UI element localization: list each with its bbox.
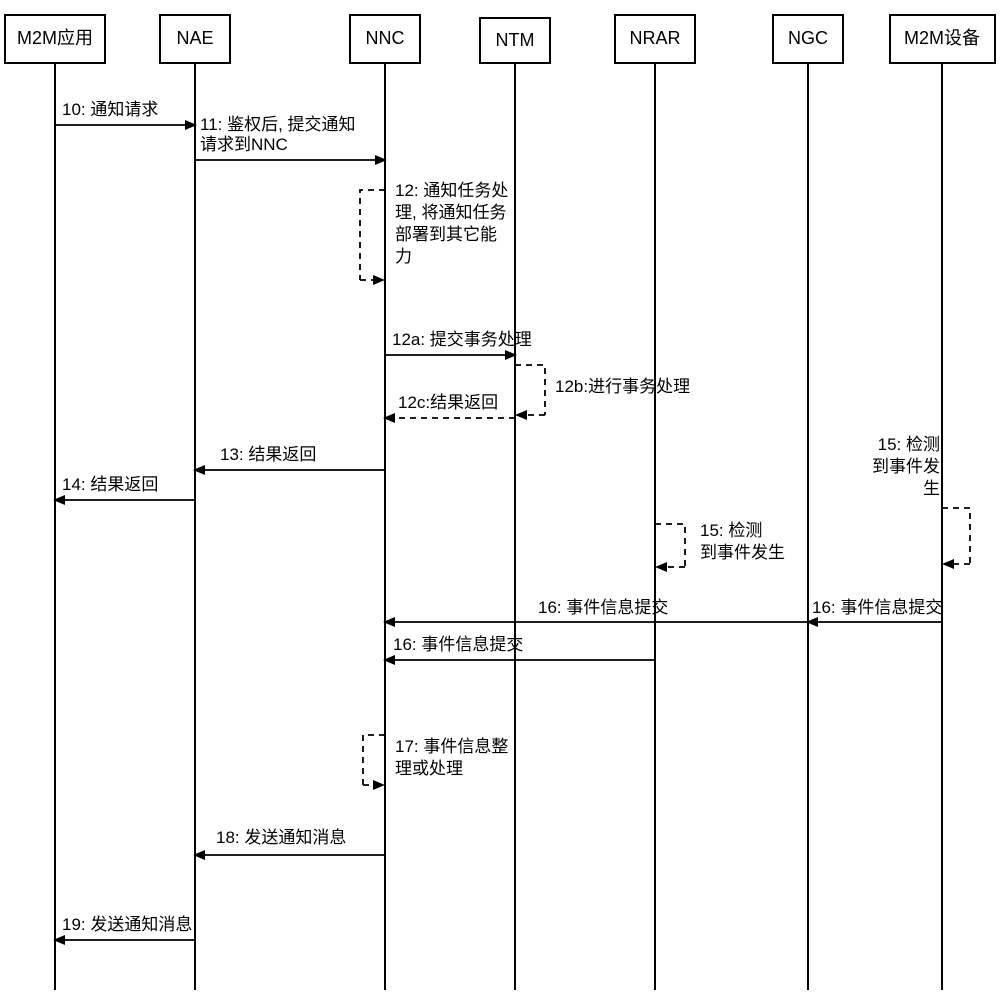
svg-text:部署到其它能: 部署到其它能 (395, 225, 497, 244)
svg-text:18: 发送通知消息: 18: 发送通知消息 (216, 828, 346, 847)
svg-text:理, 将通知任务: 理, 将通知任务 (395, 203, 506, 222)
svg-text:16: 事件信息提交: 16: 事件信息提交 (812, 598, 942, 617)
svg-text:16: 事件信息提交: 16: 事件信息提交 (538, 598, 668, 617)
svg-text:15: 检测: 15: 检测 (878, 435, 940, 454)
actor-nnc: NNC (350, 15, 420, 990)
actor-nrar: NRAR (615, 15, 695, 990)
svg-text:10: 通知请求: 10: 通知请求 (62, 100, 158, 119)
msg-15-nrar: 15: 检测 到事件发生 (655, 521, 785, 567)
svg-text:NGC: NGC (788, 28, 828, 48)
svg-text:16: 事件信息提交: 16: 事件信息提交 (393, 635, 523, 654)
msg-14: 14: 结果返回 (55, 475, 195, 500)
svg-text:19: 发送通知消息: 19: 发送通知消息 (62, 915, 192, 934)
svg-text:12a: 提交事务处理: 12a: 提交事务处理 (392, 330, 532, 349)
svg-text:M2M应用: M2M应用 (17, 28, 93, 48)
svg-text:13: 结果返回: 13: 结果返回 (220, 445, 316, 464)
svg-text:M2M设备: M2M设备 (904, 28, 980, 48)
svg-text:17: 事件信息整: 17: 事件信息整 (395, 737, 508, 756)
svg-text:力: 力 (395, 247, 412, 266)
svg-text:12c:结果返回: 12c:结果返回 (398, 393, 498, 412)
svg-text:NAE: NAE (176, 28, 213, 48)
actor-m2m-app: M2M应用 (5, 15, 105, 990)
msg-19: 19: 发送通知消息 (55, 915, 195, 940)
msg-13: 13: 结果返回 (195, 445, 385, 470)
svg-text:11: 鉴权后, 提交通知: 11: 鉴权后, 提交通知 (200, 115, 356, 134)
svg-text:NRAR: NRAR (629, 28, 680, 48)
msg-16-dev-to-ngc: 16: 事件信息提交 (808, 598, 942, 622)
msg-18: 18: 发送通知消息 (195, 828, 385, 855)
svg-text:12: 通知任务处: 12: 通知任务处 (395, 181, 508, 200)
actor-ntm: NTM (480, 18, 550, 990)
msg-11: 11: 鉴权后, 提交通知 请求到NNC (195, 115, 385, 160)
svg-text:理或处理: 理或处理 (395, 759, 463, 778)
msg-16-nrar-to-nnc: 16: 事件信息提交 (385, 635, 655, 660)
svg-text:15: 检测: 15: 检测 (700, 521, 762, 540)
svg-text:12b:进行事务处理: 12b:进行事务处理 (555, 377, 690, 396)
svg-text:NTM: NTM (496, 30, 535, 50)
actor-m2m-device: M2M设备 (890, 15, 995, 990)
msg-12a: 12a: 提交事务处理 (385, 330, 532, 355)
svg-text:到事件发生: 到事件发生 (700, 543, 785, 562)
svg-text:14: 结果返回: 14: 结果返回 (62, 475, 158, 494)
svg-text:生: 生 (923, 479, 940, 498)
sequence-diagram: M2M应用 NAE NNC NTM NRAR NGC M2M设备 10: 通知请… (0, 0, 1000, 999)
svg-text:到事件发: 到事件发 (872, 457, 940, 476)
msg-16-ngc-to-nnc: 16: 事件信息提交 (385, 598, 808, 622)
msg-12c: 12c:结果返回 (385, 393, 515, 418)
actor-ngc: NGC (773, 15, 843, 990)
svg-text:NNC: NNC (366, 28, 405, 48)
svg-text:请求到NNC: 请求到NNC (200, 135, 288, 154)
msg-12b-self: 12b:进行事务处理 (515, 365, 690, 415)
msg-15-m2mdev: 15: 检测 到事件发 生 (872, 435, 970, 564)
msg-12-self: 12: 通知任务处 理, 将通知任务 部署到其它能 力 (360, 181, 508, 280)
msg-10: 10: 通知请求 (55, 100, 195, 125)
